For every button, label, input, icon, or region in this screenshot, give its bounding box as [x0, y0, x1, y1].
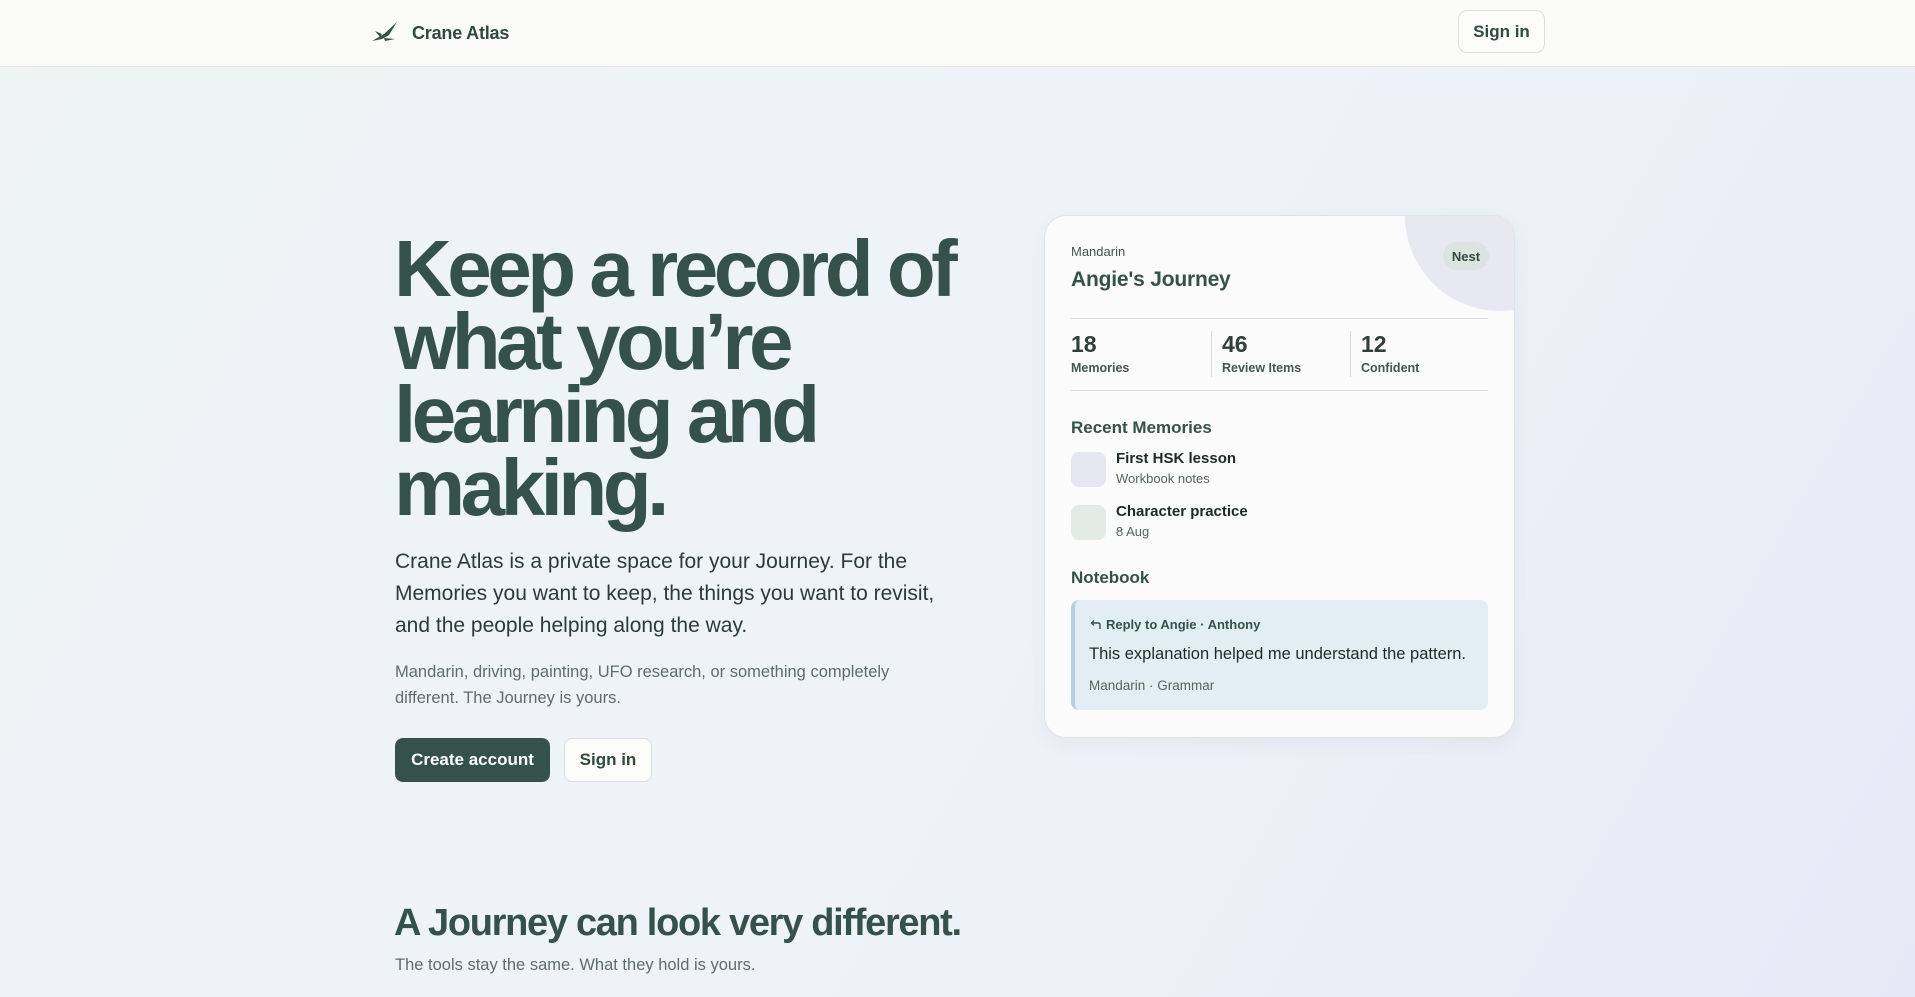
journey-title: Angie's Journey — [1071, 268, 1231, 291]
notebook-reply-note: Reply to Angie · Anthony This explanatio… — [1071, 600, 1488, 710]
note-meta: Mandarin · Grammar — [1089, 678, 1215, 693]
journey-preview-card: Nest Mandarin Angie's Journey 18 Memorie… — [1044, 215, 1515, 738]
nest-badge: Nest — [1443, 242, 1489, 270]
memory-title: Character practice — [1116, 503, 1248, 520]
create-account-button[interactable]: Create account — [395, 738, 550, 782]
hero-sub-text: Mandarin, driving, painting, UFO researc… — [395, 663, 890, 707]
journey-topic: Mandarin — [1071, 244, 1126, 259]
memory-meta: Workbook notes — [1116, 471, 1210, 486]
note-header-text: Reply to Angie · Anthony — [1106, 617, 1261, 632]
notebook-heading: Notebook — [1071, 568, 1150, 587]
memory-item: Character practice 8 Aug — [1071, 503, 1488, 543]
stat-label: Confident — [1361, 361, 1420, 375]
stat-value: 12 — [1361, 331, 1387, 357]
stat-memories: 18 Memories — [1071, 319, 1211, 390]
stat-confident: 12 Confident — [1350, 319, 1488, 390]
brand-logo-link[interactable]: Crane Atlas — [370, 18, 509, 48]
stat-value: 18 — [1071, 331, 1097, 357]
header-sign-in-button[interactable]: Sign in — [1458, 10, 1545, 53]
hero-lead-text: Crane Atlas is a private space for your … — [395, 550, 935, 637]
memory-thumbnail — [1071, 505, 1106, 540]
section-subtitle: The tools stay the same. What they hold … — [395, 956, 756, 974]
memory-thumbnail — [1071, 452, 1106, 487]
stat-label: Memories — [1071, 361, 1130, 375]
journey-stats: 18 Memories 46 Review Items 12 Confident — [1071, 318, 1488, 391]
stat-value: 46 — [1222, 331, 1248, 357]
top-navigation-bar: Crane Atlas Sign in — [0, 0, 1915, 67]
note-header: Reply to Angie · Anthony — [1089, 617, 1260, 632]
note-body: This explanation helped me understand th… — [1089, 645, 1467, 663]
stat-review-items: 46 Review Items — [1211, 319, 1350, 390]
crane-bird-icon — [372, 22, 397, 41]
brand-name: Crane Atlas — [412, 22, 510, 43]
hero-sign-in-button[interactable]: Sign in — [564, 738, 652, 782]
section-title: A Journey can look very different. — [394, 902, 962, 944]
recent-memories-heading: Recent Memories — [1071, 418, 1212, 437]
memory-item: First HSK lesson Workbook notes — [1071, 450, 1488, 490]
reply-arrow-icon — [1090, 620, 1101, 629]
stat-label: Review Items — [1222, 361, 1302, 375]
memory-title: First HSK lesson — [1116, 450, 1237, 467]
hero-title: Keep a record of what you’re learning an… — [394, 224, 958, 532]
memory-meta: 8 Aug — [1116, 524, 1150, 539]
